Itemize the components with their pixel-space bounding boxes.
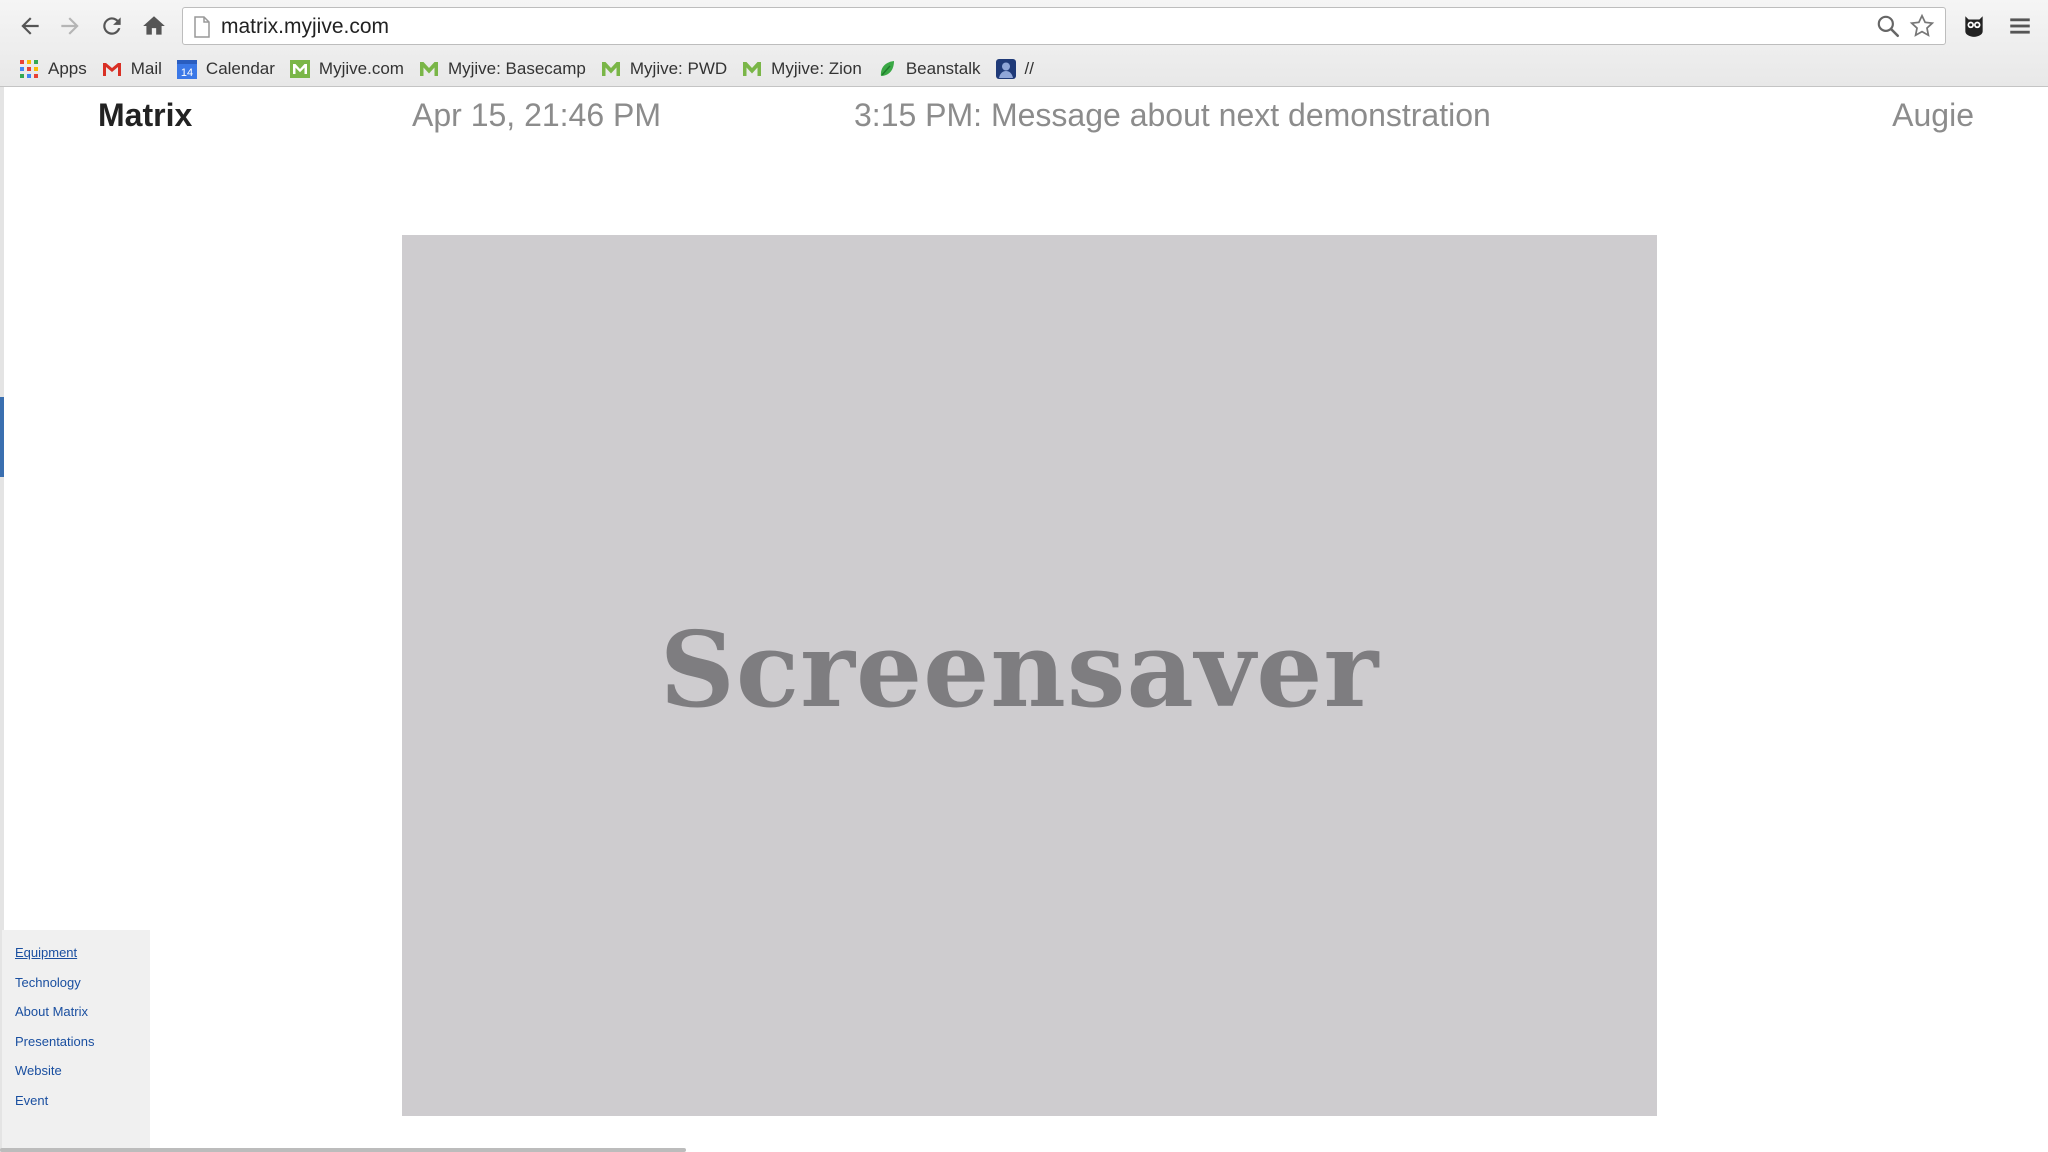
bookmark-myjive-pwd[interactable]: Myjive: PWD <box>596 54 737 84</box>
myjive-icon <box>289 58 311 80</box>
bookmark-star-icon[interactable] <box>1909 13 1935 44</box>
bookmark-myjive-zion[interactable]: Myjive: Zion <box>737 54 872 84</box>
address-bar[interactable]: matrix.myjive.com <box>182 7 1946 45</box>
bookmarks-bar: Apps Mail 14 Calendar Myjive.com Myjive:… <box>0 52 2048 86</box>
beanstalk-icon <box>876 58 898 80</box>
gmail-icon <box>101 58 123 80</box>
sidebar-nav: Equipment Technology About Matrix Presen… <box>2 930 150 1152</box>
owl-extension-icon <box>1965 16 1983 37</box>
bookmark-apps[interactable]: Apps <box>14 54 97 84</box>
calendar-icon: 14 <box>176 58 198 80</box>
back-button[interactable] <box>14 10 46 42</box>
browser-menu-button[interactable] <box>2004 10 2036 42</box>
bookmark-myjive-com[interactable]: Myjive.com <box>285 54 414 84</box>
bookmark-calendar[interactable]: 14 Calendar <box>172 54 285 84</box>
page-icon <box>194 16 210 38</box>
bookmark-mail[interactable]: Mail <box>97 54 172 84</box>
profile-icon <box>995 58 1017 80</box>
bookmark-profile[interactable]: // <box>991 54 1044 84</box>
calendar-badge: 14 <box>181 67 193 79</box>
search-icon[interactable] <box>1875 13 1901 44</box>
reload-icon <box>103 17 121 35</box>
screensaver-label: Screensaver <box>659 608 1380 731</box>
myjive-icon <box>600 58 622 80</box>
left-edge-indicator <box>0 397 4 477</box>
next-message: 3:15 PM: Message about next demonstratio… <box>854 97 1491 133</box>
url-text[interactable]: matrix.myjive.com <box>221 15 389 39</box>
reload-button[interactable] <box>96 10 128 42</box>
brand-title: Matrix <box>98 97 193 133</box>
home-button[interactable] <box>138 10 170 42</box>
browser-toolbar: matrix.myjive.com <box>0 0 2048 52</box>
sidebar-item-website[interactable]: Website <box>2 1056 150 1086</box>
sidebar-item-about-matrix[interactable]: About Matrix <box>2 997 150 1027</box>
myjive-icon <box>418 58 440 80</box>
myjive-icon <box>741 58 763 80</box>
user-name[interactable]: Augie <box>1892 97 1974 134</box>
home-icon <box>143 16 165 35</box>
bookmark-myjive-basecamp[interactable]: Myjive: Basecamp <box>414 54 596 84</box>
current-datetime: Apr 15, 21:46 PM <box>412 97 662 133</box>
hamburger-menu-icon <box>2010 18 2030 34</box>
address-bar-actions <box>1875 13 1935 44</box>
sidebar-item-technology[interactable]: Technology <box>2 968 150 998</box>
extension-button[interactable] <box>1958 10 1990 42</box>
page-content: Matrix Apr 15, 21:46 PM 3:15 PM: Message… <box>0 87 2048 1152</box>
forward-button[interactable] <box>54 10 86 42</box>
screensaver-panel[interactable]: Screensaver <box>402 235 1657 1116</box>
back-arrow-icon <box>21 17 39 35</box>
apps-grid-icon <box>18 58 40 80</box>
forward-arrow-icon <box>61 17 79 35</box>
bookmark-beanstalk[interactable]: Beanstalk <box>872 54 991 84</box>
sidebar-item-event[interactable]: Event <box>2 1086 150 1116</box>
browser-chrome: matrix.myjive.com Apps Mail 14 Calendar … <box>0 0 2048 87</box>
horizontal-scrollbar[interactable] <box>0 1148 686 1152</box>
sidebar-item-presentations[interactable]: Presentations <box>2 1027 150 1057</box>
sidebar-item-equipment[interactable]: Equipment <box>2 938 150 968</box>
